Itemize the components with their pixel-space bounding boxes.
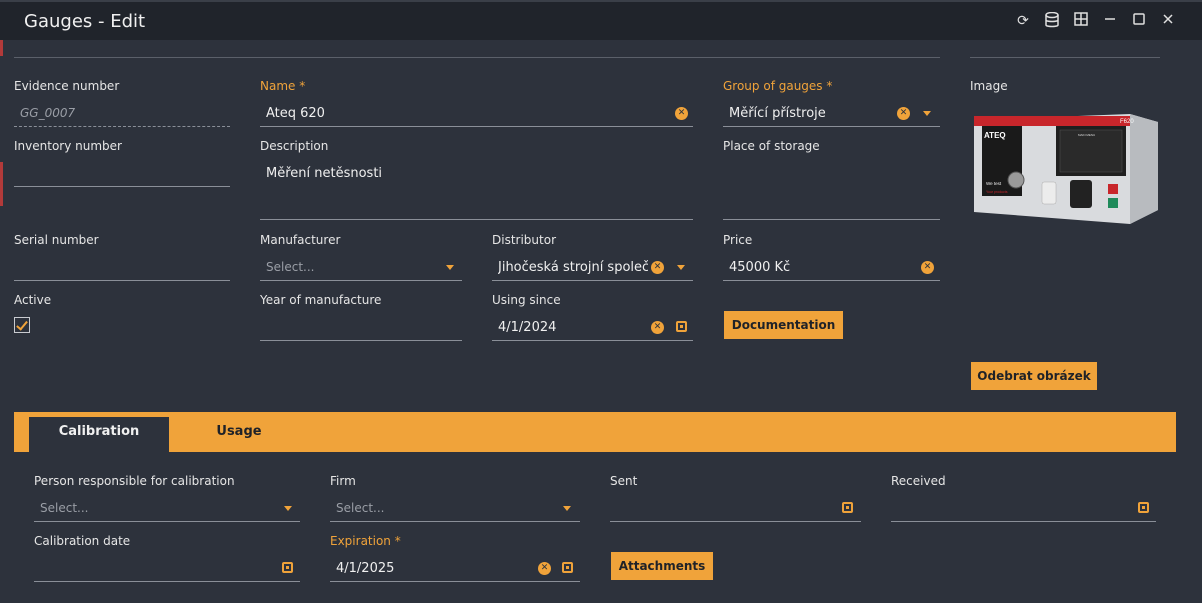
year-of-manufacture-label: Year of manufacture (260, 293, 382, 307)
tab-calibration[interactable]: Calibration (29, 417, 169, 452)
active-label: Active (14, 293, 52, 307)
using-since-value: 4/1/2024 (498, 320, 557, 335)
device-brand: ATEQ (984, 131, 1006, 140)
name-field[interactable]: Ateq 620 ✕ (260, 101, 693, 127)
remove-image-button[interactable]: Odebrat obrázek (971, 362, 1097, 390)
place-of-storage-field[interactable] (723, 161, 940, 220)
active-checkbox[interactable] (14, 317, 30, 333)
maximize-icon[interactable] (1130, 12, 1148, 30)
calendar-icon[interactable] (842, 502, 853, 513)
distributor-label: Distributor (492, 233, 557, 247)
serial-number-field[interactable] (14, 255, 230, 281)
person-responsible-select[interactable]: Select... (34, 496, 300, 522)
received-label: Received (891, 474, 946, 488)
calendar-icon[interactable] (1138, 502, 1149, 513)
year-of-manufacture-field[interactable] (260, 315, 462, 341)
group-of-gauges-value: Měřící přístroje (729, 106, 826, 121)
clear-icon[interactable]: ✕ (538, 562, 551, 575)
person-responsible-placeholder: Select... (40, 501, 89, 515)
device-panel-text: We test (986, 181, 1002, 186)
refresh-icon[interactable]: ⟳ (1014, 12, 1032, 30)
tab-bar: Calibration Usage (14, 412, 1176, 452)
person-responsible-label: Person responsible for calibration (34, 474, 235, 488)
evidence-number-field: GG_0007 (14, 101, 230, 127)
clear-icon[interactable]: ✕ (897, 107, 910, 120)
using-since-field[interactable]: 4/1/2024 ✕ (492, 315, 693, 341)
firm-placeholder: Select... (336, 501, 385, 515)
calibration-date-label: Calibration date (34, 534, 131, 548)
evidence-number-label: Evidence number (14, 79, 120, 93)
calendar-icon[interactable] (282, 562, 293, 573)
description-label: Description (260, 139, 329, 153)
clear-icon[interactable]: ✕ (921, 261, 934, 274)
clear-icon[interactable]: ✕ (651, 261, 664, 274)
place-of-storage-label: Place of storage (723, 139, 820, 153)
price-value: 45000 Kč (729, 260, 791, 275)
title-bar: Gauges - Edit ⟳ (0, 0, 1202, 40)
group-of-gauges-label: Group of gauges * (723, 79, 833, 93)
inventory-number-label: Inventory number (14, 139, 122, 153)
calibration-date-field[interactable] (34, 556, 300, 582)
serial-number-label: Serial number (14, 233, 99, 247)
firm-label: Firm (330, 474, 356, 488)
chevron-down-icon[interactable] (923, 111, 931, 116)
inventory-number-field[interactable] (14, 161, 230, 187)
price-label: Price (723, 233, 753, 247)
distributor-select[interactable]: Jihočeská strojní společ... ✕ (492, 255, 693, 281)
clear-icon[interactable]: ✕ (651, 321, 664, 334)
minimize-icon[interactable] (1101, 12, 1119, 30)
clear-icon[interactable]: ✕ (675, 107, 688, 120)
description-field[interactable]: Měření netěsnosti (260, 161, 693, 220)
chevron-down-icon[interactable] (446, 265, 454, 270)
tab-usage[interactable]: Usage (189, 417, 289, 452)
group-of-gauges-select[interactable]: Měřící přístroje ✕ (723, 101, 940, 127)
expiration-label: Expiration * (330, 534, 401, 548)
received-field[interactable] (891, 496, 1156, 522)
left-edge-marker (0, 40, 3, 56)
chevron-down-icon[interactable] (284, 506, 292, 511)
evidence-number-value: GG_0007 (20, 106, 76, 120)
chevron-down-icon[interactable] (563, 506, 571, 511)
manufacturer-placeholder: Select... (266, 260, 315, 274)
expiration-value: 4/1/2025 (336, 561, 395, 576)
grid-icon[interactable] (1072, 12, 1090, 30)
attachments-button[interactable]: Attachments (611, 552, 713, 580)
sent-label: Sent (610, 474, 638, 488)
name-label: Name * (260, 79, 306, 93)
chevron-down-icon[interactable] (677, 265, 685, 270)
calendar-icon[interactable] (562, 562, 573, 573)
documentation-button[interactable]: Documentation (724, 311, 843, 339)
sent-field[interactable] (610, 496, 861, 522)
gauge-image: ATEQ F620 MAIN MENU We test Your product… (970, 100, 1162, 230)
device-screen-title: MAIN MENU (1078, 133, 1095, 137)
expiration-field[interactable]: 4/1/2025 ✕ (330, 556, 580, 582)
separator (970, 57, 1160, 58)
firm-select[interactable]: Select... (330, 496, 580, 522)
manufacturer-label: Manufacturer (260, 233, 341, 247)
calendar-icon[interactable] (676, 321, 687, 332)
description-value: Měření netěsnosti (266, 166, 383, 181)
separator (14, 57, 940, 58)
database-icon[interactable] (1043, 11, 1061, 30)
manufacturer-select[interactable]: Select... (260, 255, 462, 281)
close-icon[interactable] (1159, 12, 1177, 30)
device-panel-subtext: Your products (986, 190, 1008, 194)
image-label: Image (970, 79, 1008, 93)
using-since-label: Using since (492, 293, 561, 307)
device-model: F620 (1120, 119, 1134, 125)
left-edge-marker (0, 162, 3, 206)
distributor-value: Jihočeská strojní společ... (498, 260, 648, 275)
price-field[interactable]: 45000 Kč ✕ (723, 255, 940, 281)
name-value: Ateq 620 (266, 106, 325, 121)
window-title: Gauges - Edit (24, 11, 146, 32)
